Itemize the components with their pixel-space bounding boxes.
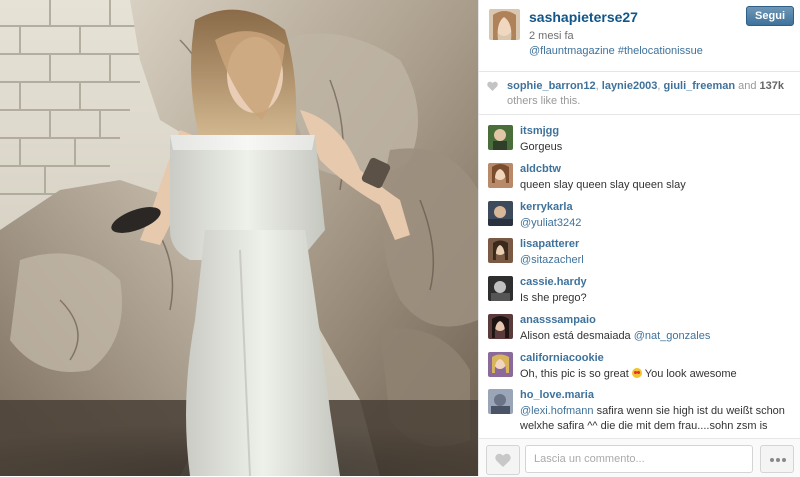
comment-mention[interactable]: @sitazacherl <box>520 254 584 266</box>
heart-icon <box>495 453 511 467</box>
commenter-avatar[interactable] <box>488 276 513 301</box>
commenter-username[interactable]: lisapatterer <box>520 238 579 250</box>
comment-text: queen slay queen slay queen slay <box>520 178 795 193</box>
commenter-username[interactable]: itsmjgg <box>520 125 559 137</box>
comment-text: @sitazacherl <box>520 253 795 268</box>
avatar-image <box>489 9 520 40</box>
avatar-image <box>488 276 513 301</box>
post-header: sashapieterse27 2 mesi fa @flauntmagazin… <box>479 0 800 72</box>
avatar-image <box>488 125 513 150</box>
heart-eyes-emoji <box>631 368 642 378</box>
comment-mention[interactable]: @lexi.hofmann <box>520 405 594 417</box>
likes-text: sophie_barron12, laynie2003, giuli_freem… <box>507 79 795 109</box>
comment-body: Alison está desmaiada <box>520 330 634 342</box>
avatar-image <box>488 201 513 226</box>
comment-body: Gorgeus <box>520 141 563 153</box>
comment-body-after: You look awesome <box>641 368 737 380</box>
commenter-avatar[interactable] <box>488 314 513 339</box>
comment-text: Is she prego? <box>520 291 795 306</box>
avatar-image <box>488 163 513 188</box>
heart-icon <box>487 81 498 91</box>
like-user-link[interactable]: laynie2003 <box>602 80 658 92</box>
commenter-username[interactable]: ho_love.maria <box>520 389 594 401</box>
follow-button[interactable]: Segui <box>746 6 794 26</box>
commenter-username[interactable]: aldcbtw <box>520 163 561 175</box>
post-sidebar: sashapieterse27 2 mesi fa @flauntmagazin… <box>478 0 800 477</box>
more-options-button[interactable] <box>760 445 794 473</box>
comment-item: ho_love.maria @lexi.hofmann safira wenn … <box>479 383 800 433</box>
comment-list[interactable]: itsmjgg Gorgeus aldcbtw queen slay queen… <box>479 115 800 437</box>
commenter-avatar[interactable] <box>488 201 513 226</box>
comment-body: queen slay queen slay queen slay <box>520 179 686 191</box>
like-user-link[interactable]: sophie_barron12 <box>507 80 596 92</box>
comment-mention[interactable]: @yuliat3242 <box>520 217 581 229</box>
comment-body: Is she prego? <box>520 292 587 304</box>
avatar-image <box>488 389 513 414</box>
commenter-avatar[interactable] <box>488 352 513 377</box>
comment-item: anasssampaio Alison está desmaiada @nat_… <box>479 308 800 345</box>
comment-text: @yuliat3242 <box>520 216 795 231</box>
comment-text: Oh, this pic is so great You look awesom… <box>520 367 795 382</box>
likes-summary: sophie_barron12, laynie2003, giuli_freem… <box>479 72 800 115</box>
post-photo <box>0 0 478 476</box>
comment-text: Alison está desmaiada @nat_gonzales <box>520 329 795 344</box>
like-button[interactable] <box>486 445 520 475</box>
commenter-avatar[interactable] <box>488 238 513 263</box>
comment-text: Gorgeus <box>520 140 795 155</box>
avatar-image <box>488 314 513 339</box>
avatar-image <box>488 352 513 377</box>
commenter-username[interactable]: kerrykarla <box>520 201 573 213</box>
avatar-image <box>488 238 513 263</box>
like-user-link[interactable]: giuli_freeman <box>664 80 736 92</box>
photo-image <box>0 0 478 476</box>
comment-body: Oh, this pic is so great <box>520 368 629 380</box>
comment-item: cassie.hardy Is she prego? <box>479 270 800 307</box>
comment-input[interactable] <box>525 445 753 473</box>
likes-and: and <box>735 80 760 92</box>
likes-others: others like this. <box>507 95 581 107</box>
comment-mention[interactable]: @nat_gonzales <box>634 330 711 342</box>
post-caption[interactable]: @flauntmagazine #thelocationissue <box>529 45 703 57</box>
author-avatar[interactable] <box>489 9 520 40</box>
commenter-username[interactable]: californiacookie <box>520 352 604 364</box>
post-timestamp[interactable]: 2 mesi fa <box>529 30 574 42</box>
author-username[interactable]: sashapieterse27 <box>529 9 638 25</box>
comment-text: @lexi.hofmann safira wenn sie high ist d… <box>520 404 795 434</box>
comment-item: aldcbtw queen slay queen slay queen slay <box>479 157 800 194</box>
commenter-avatar[interactable] <box>488 163 513 188</box>
comment-item: californiacookie Oh, this pic is so grea… <box>479 346 800 383</box>
comment-item: lisapatterer @sitazacherl <box>479 232 800 269</box>
commenter-username[interactable]: anasssampaio <box>520 314 596 326</box>
commenter-avatar[interactable] <box>488 125 513 150</box>
commenter-username[interactable]: cassie.hardy <box>520 276 587 288</box>
comment-item: itsmjgg Gorgeus <box>479 119 800 156</box>
comment-footer <box>479 438 800 477</box>
likes-count[interactable]: 137k <box>760 80 784 92</box>
comment-item: kerrykarla @yuliat3242 <box>479 195 800 232</box>
commenter-avatar[interactable] <box>488 389 513 414</box>
